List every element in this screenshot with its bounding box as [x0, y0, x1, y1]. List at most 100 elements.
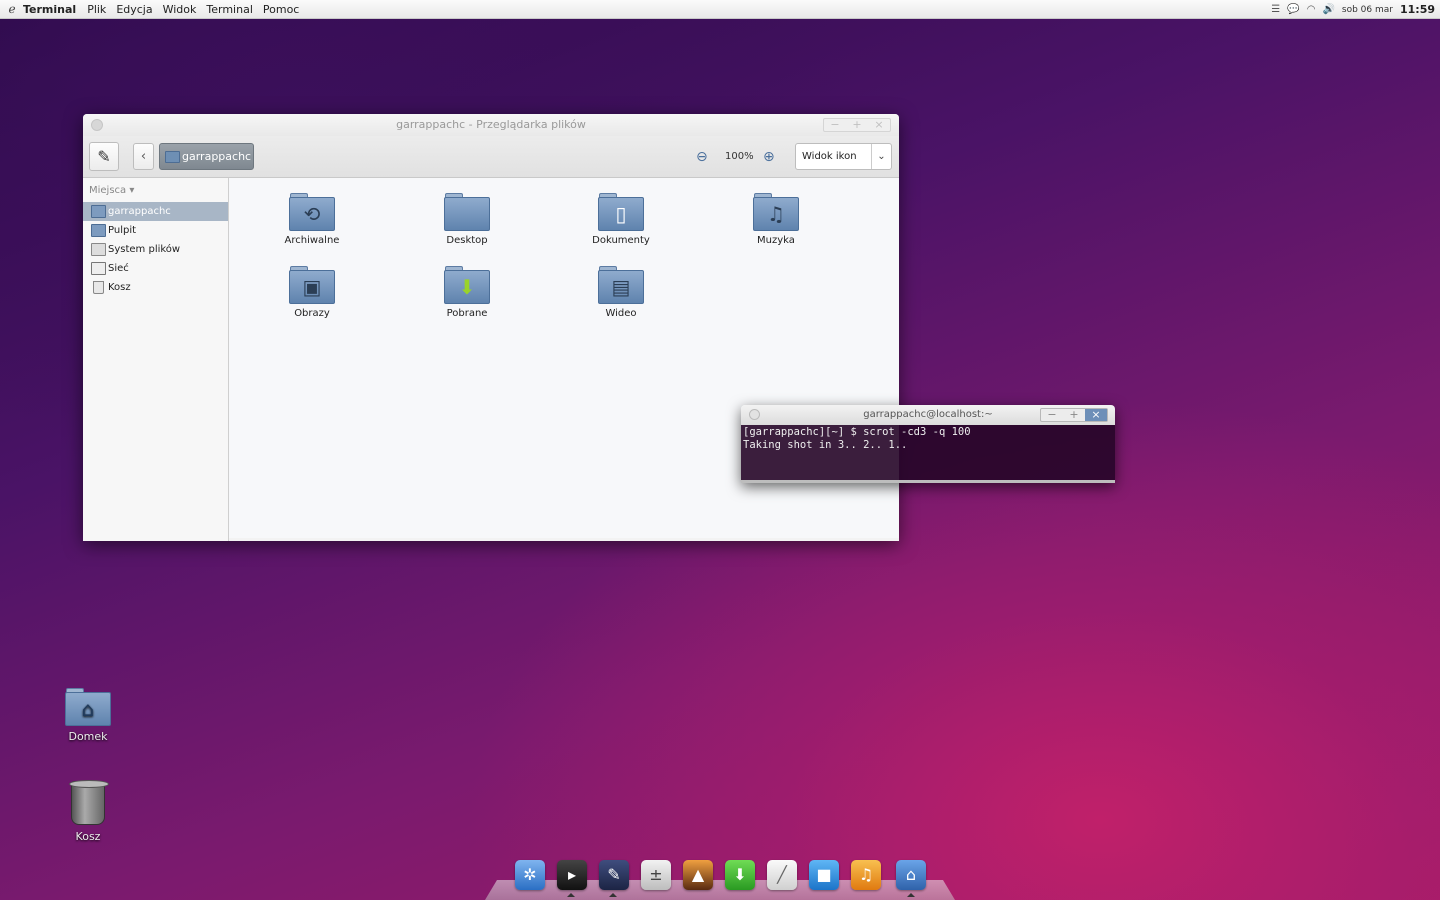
drive-icon [91, 243, 106, 256]
running-indicator [609, 893, 617, 897]
folder-label: Pobrane [446, 308, 488, 319]
video-folder-icon: ▤ [598, 266, 644, 304]
menu-edycja[interactable]: Edycja [116, 3, 152, 16]
desktop-icon-trash[interactable]: Kosz [48, 780, 128, 843]
wifi-icon[interactable]: ◠ [1307, 4, 1316, 15]
maximize-button[interactable]: + [1063, 409, 1085, 421]
home-icon[interactable]: ⌂ [896, 860, 926, 890]
minimize-button[interactable]: − [824, 119, 846, 131]
top-menubar: ℯ Terminal Plik Edycja Widok Terminal Po… [0, 0, 1440, 19]
zoom-level: 100% [725, 151, 754, 162]
trash-icon [93, 281, 104, 294]
home-folder-icon [91, 205, 106, 218]
folder-archiwalne[interactable]: ⟲ Archiwalne [262, 193, 362, 246]
sidebar-item-trash[interactable]: Kosz [83, 278, 228, 297]
download-icon[interactable]: ⬇ [725, 860, 755, 890]
minimize-button[interactable]: − [1041, 409, 1063, 421]
browser-icon[interactable]: ✲ [515, 860, 545, 890]
folder-obrazy[interactable]: ▣ Obrazy [262, 266, 362, 319]
chat-icon[interactable]: 💬 [1287, 4, 1299, 15]
folder-dokumenty[interactable]: ▯ Dokumenty [571, 193, 671, 246]
window-title: garrappachc - Przeglądarka plików [396, 118, 586, 131]
sidebar-item-label: Sieć [108, 263, 129, 274]
terminal-title: garrappachc@localhost:~ [863, 409, 993, 420]
terminal-line: Taking shot in 3.. 2.. 1.. [743, 439, 908, 451]
terminal-icon[interactable]: ▸ [557, 860, 587, 890]
menu-plik[interactable]: Plik [87, 3, 106, 16]
folder-label: Desktop [446, 235, 488, 246]
menu-pomoc[interactable]: Pomoc [263, 3, 299, 16]
terminal-output[interactable]: [garrappachc][~] $ scrot -cd3 -q 100 Taki… [741, 425, 1115, 480]
desktop-icon-home[interactable]: ⌂ Domek [48, 688, 128, 743]
terminal-bottom-edge [741, 480, 1115, 483]
close-window-button[interactable]: × [1085, 409, 1107, 421]
system-tray: ☰ 💬 ◠ 🔊 sob 06 mar 11:59 [1271, 0, 1435, 19]
notes-icon[interactable]: ╱ [767, 860, 797, 890]
file-manager-toolbar: ✎ ‹ garrappachc ⊖ 100% ⊕ Widok ikon ⌄ [83, 136, 899, 178]
app-logo-icon: ℯ [8, 2, 16, 16]
terminal-window: garrappachc@localhost:~ − + × [garrappac… [741, 405, 1115, 483]
running-indicator [567, 893, 575, 897]
desktop-icon-label: Kosz [75, 830, 101, 843]
folder-desktop[interactable]: Desktop [417, 193, 517, 246]
path-button-home[interactable]: garrappachc [159, 143, 254, 170]
close-button[interactable] [91, 119, 103, 131]
terminal-window-controls: − + × [1040, 408, 1108, 422]
terminal-line: [garrappachc][~] $ scrot -cd3 -q 100 [743, 426, 971, 438]
folder-muzyka[interactable]: ♫ Muzyka [726, 193, 826, 246]
music-folder-icon: ♫ [753, 193, 799, 231]
pencil-icon: ✎ [97, 147, 111, 166]
photos-icon[interactable]: ▲ [683, 860, 713, 890]
sidebar-item-label: Pulpit [108, 225, 137, 236]
home-folder-icon [165, 151, 180, 163]
close-button[interactable] [749, 409, 760, 420]
file-manager-titlebar[interactable]: garrappachc - Przeglądarka plików − + × [83, 114, 899, 136]
documents-folder-icon: ▯ [598, 193, 644, 231]
chevron-down-icon: ⌄ [871, 144, 891, 169]
terminal-titlebar[interactable]: garrappachc@localhost:~ − + × [741, 405, 1115, 425]
network-icon [91, 262, 106, 275]
history-folder-icon: ⟲ [289, 193, 335, 231]
view-mode-select[interactable]: Widok ikon ⌄ [795, 143, 892, 170]
view-mode-value: Widok ikon [802, 151, 857, 162]
path-button-label: garrappachc [182, 150, 252, 163]
menu-icon[interactable]: ☰ [1271, 4, 1280, 15]
maximize-button[interactable]: + [846, 119, 868, 131]
editor-icon[interactable]: ✎ [599, 860, 629, 890]
chevron-left-icon: ‹ [140, 149, 147, 164]
window-controls: − + × [823, 118, 891, 132]
back-button[interactable]: ‹ [133, 143, 154, 170]
home-folder-icon: ⌂ [65, 688, 111, 726]
music-icon[interactable]: ♫ [851, 860, 881, 890]
folder-label: Wideo [605, 308, 637, 319]
folder-pobrane[interactable]: ⬇ Pobrane [417, 266, 517, 319]
video-call-icon[interactable]: ■ [809, 860, 839, 890]
clock-date[interactable]: sob 06 mar [1342, 5, 1393, 15]
sidebar-item-home[interactable]: garrappachc [83, 202, 228, 221]
edit-path-button[interactable]: ✎ [89, 142, 119, 171]
file-view: ⟲ Archiwalne Desktop ▯ Dokumenty ♫ Muzyk… [229, 178, 899, 538]
dock-shelf [485, 880, 955, 900]
desktop-icon-label: Domek [68, 730, 108, 743]
folder-label: Muzyka [757, 235, 795, 246]
downloads-folder-icon: ⬇ [444, 266, 490, 304]
volume-icon[interactable]: 🔊 [1322, 4, 1334, 15]
sidebar-item-filesystem[interactable]: System plików [83, 240, 228, 259]
places-sidebar: Miejsca ▾ garrappachc Pulpit System plik… [83, 178, 229, 541]
menu-widok[interactable]: Widok [163, 3, 197, 16]
folder-label: Archiwalne [284, 235, 340, 246]
zoom-in-icon[interactable]: ⊕ [763, 149, 775, 165]
desktop-icon [91, 224, 106, 237]
menu-terminal[interactable]: Terminal [206, 3, 253, 16]
zoom-out-icon[interactable]: ⊖ [696, 149, 708, 165]
desktop-folder-icon [444, 193, 490, 231]
sidebar-item-network[interactable]: Sieć [83, 259, 228, 278]
clock-time[interactable]: 11:59 [1400, 3, 1435, 16]
sidebar-heading[interactable]: Miejsca ▾ [89, 185, 134, 196]
close-window-button[interactable]: × [868, 119, 890, 131]
trash-icon [69, 780, 109, 825]
sidebar-item-label: System plików [108, 244, 181, 255]
folder-wideo[interactable]: ▤ Wideo [571, 266, 671, 319]
calculator-icon[interactable]: ± [641, 860, 671, 890]
sidebar-item-desktop[interactable]: Pulpit [83, 221, 228, 240]
